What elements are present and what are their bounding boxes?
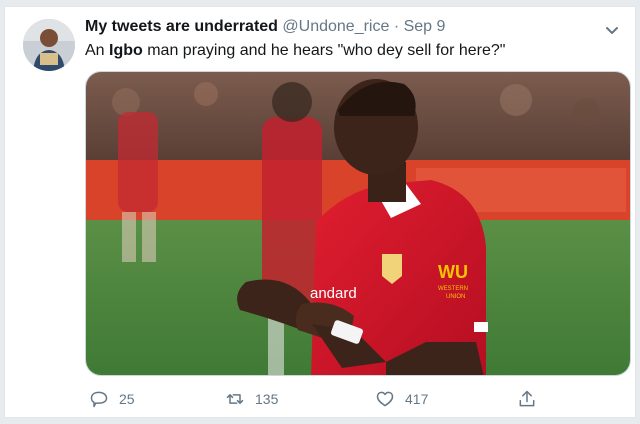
sponsor-text-line1: andard xyxy=(310,285,357,302)
tweet-card[interactable]: My tweets are underrated @Undone_rice · … xyxy=(4,6,636,418)
wu-logo: WU xyxy=(438,262,468,282)
retweet-button[interactable]: 135 xyxy=(225,385,278,413)
share-icon xyxy=(519,390,535,407)
like-button[interactable]: 417 xyxy=(375,385,428,413)
retweet-icon xyxy=(226,394,244,404)
tweet-date[interactable]: Sep 9 xyxy=(404,18,446,35)
tweet-text: An Igbo man praying and he hears "who de… xyxy=(85,41,615,61)
reply-count: 25 xyxy=(119,391,135,407)
reply-button[interactable]: 25 xyxy=(89,385,135,413)
user-handle[interactable]: @Undone_rice xyxy=(282,18,389,35)
tweet-header: My tweets are underrated @Undone_rice · … xyxy=(85,17,595,37)
reply-icon xyxy=(90,391,108,408)
avatar[interactable] xyxy=(23,19,75,71)
share-button[interactable] xyxy=(517,385,547,413)
tweet-text-part: man praying and he hears "who dey sell f… xyxy=(142,42,506,59)
tweet-photo[interactable]: andard er WU WESTERN UNION xyxy=(85,71,631,376)
separator: · xyxy=(393,18,400,35)
retweet-count: 135 xyxy=(255,391,279,407)
wu-line2: UNION xyxy=(446,294,465,300)
like-icon xyxy=(376,391,394,407)
chevron-down-icon[interactable] xyxy=(603,21,621,39)
tweet-text-part: An xyxy=(85,42,110,59)
tweet-text-bold: Igbo xyxy=(109,42,143,59)
display-name[interactable]: My tweets are underrated xyxy=(85,18,278,35)
photo-player-praying: andard er WU WESTERN UNION xyxy=(86,72,630,375)
tweet-actions: 25 135 417 xyxy=(85,385,631,413)
wu-line1: WESTERN xyxy=(438,286,468,292)
like-count: 417 xyxy=(405,391,429,407)
